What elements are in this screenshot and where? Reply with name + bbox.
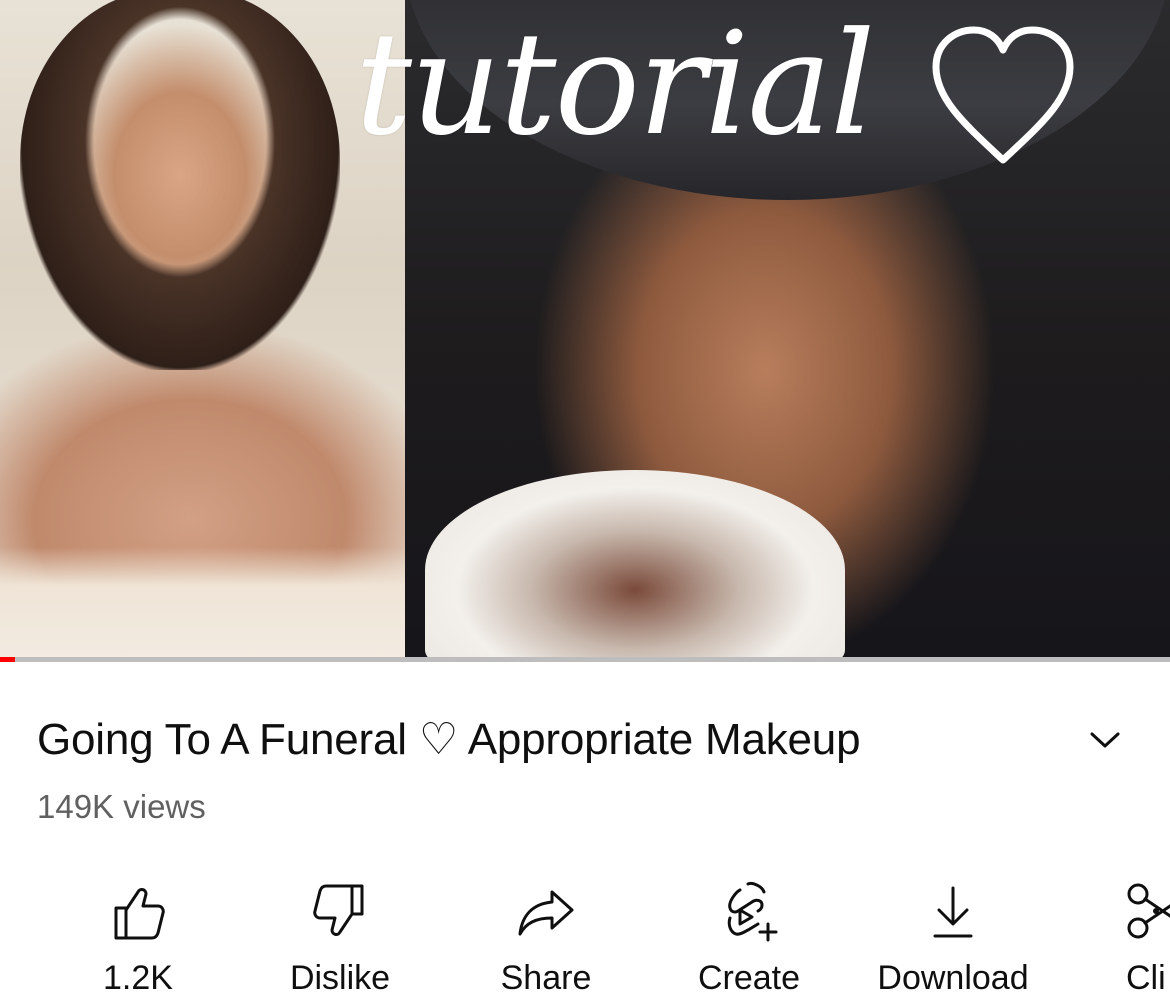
create-button[interactable]: Create [690,870,808,1002]
dislike-button[interactable]: Dislike [280,870,400,1002]
create-remix-icon [727,882,778,942]
chevron-down-icon[interactable] [1088,725,1122,753]
video-title[interactable]: Going To A Funeral ♡ Appropriate Makeup [37,712,861,768]
like-button[interactable]: 1.2K [98,870,178,1002]
video-progress-bar[interactable] [0,657,1170,662]
heart-outline-icon [932,26,1074,164]
thumbnail-left-image [0,0,405,657]
create-label: Create [697,959,801,997]
dislike-label: Dislike [289,959,391,997]
video-progress-fill [0,657,15,662]
scissors-icon [1127,883,1170,939]
thumbs-up-icon [114,888,165,940]
share-button[interactable]: Share [490,870,602,1002]
clip-label: Cli [1126,959,1166,997]
video-player[interactable]: tutorial [0,0,1170,657]
share-arrow-icon [518,890,574,936]
clip-button[interactable]: Cli [1122,870,1170,1002]
share-label: Share [500,959,592,997]
thumbnail-overlay-text: tutorial [355,2,875,167]
download-button[interactable]: Download [868,870,1038,1002]
action-bar: 1.2K Dislike Share Create Download Cli [0,870,1170,1002]
download-icon [933,886,973,938]
view-count: 149K views [37,788,206,825]
like-count: 1.2K [103,959,173,997]
thumbs-down-icon [313,884,364,936]
download-label: Download [877,959,1029,997]
